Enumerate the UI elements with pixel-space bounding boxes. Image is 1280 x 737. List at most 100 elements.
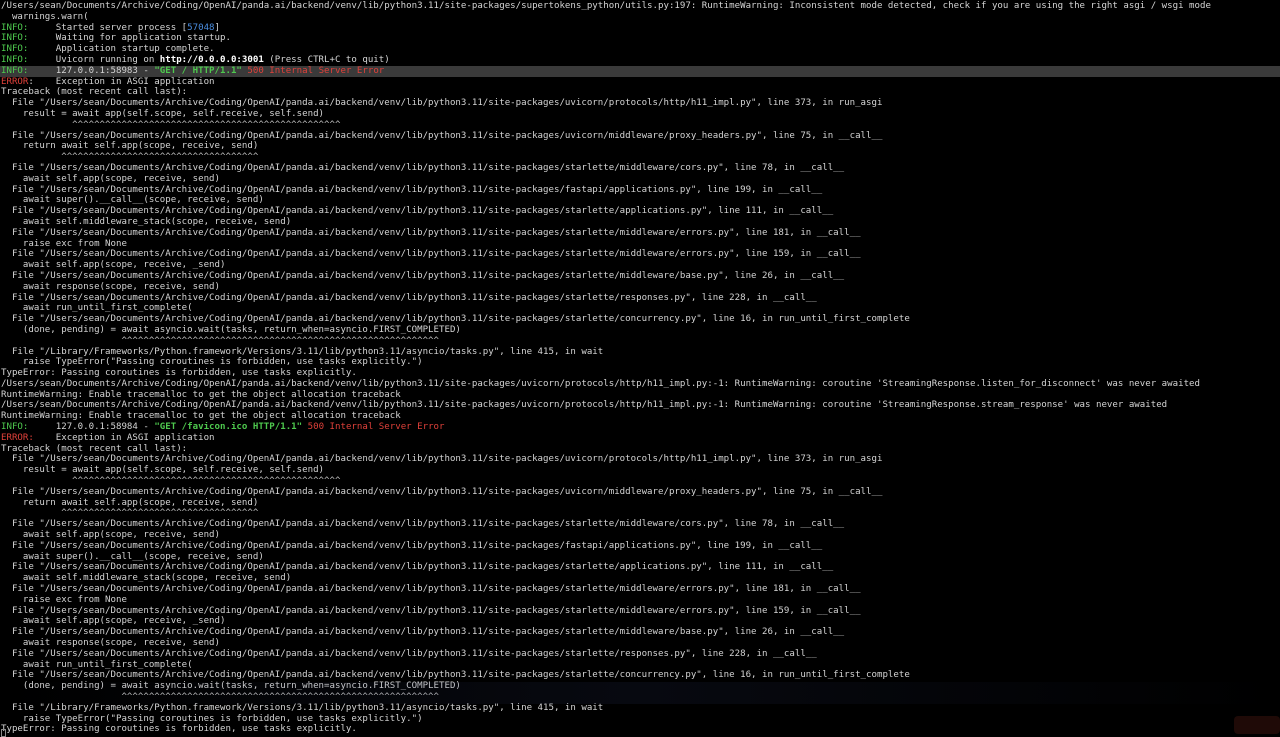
server-url: http://0.0.0.0:3001: [159, 54, 264, 65]
terminal-line: INFO: 127.0.0.1:58984 - "GET /favicon.ic…: [0, 422, 1280, 433]
terminal-line: await response(scope, receive, send): [0, 638, 1280, 649]
log-level-info: INFO:: [1, 65, 29, 76]
line-text: return await self.app(scope, receive, se…: [1, 141, 259, 152]
line-text: : Exception in ASGI application: [28, 76, 215, 87]
line-text: 127.0.0.1:58984 -: [28, 422, 155, 433]
line-text: (Press CTRL+C to quit): [263, 54, 390, 65]
terminal-line: (done, pending) = await asyncio.wait(tas…: [0, 681, 1280, 692]
error-carets: ^^^^^^^^^^^^^^^^^^^^^^^^^^^^^^^^^^^^: [1, 152, 259, 163]
terminal-line: raise exc from None: [0, 595, 1280, 606]
line-text: Application startup complete.: [28, 44, 215, 55]
line-text: File "/Users/sean/Documents/Archive/Codi…: [1, 292, 817, 303]
line-text: 127.0.0.1:58983 -: [28, 65, 155, 76]
line-text: await self.middleware_stack(scope, recei…: [1, 573, 292, 584]
line-text: await super().__call__(scope, receive, s…: [1, 195, 264, 206]
line-text: await self.app(scope, receive, send): [1, 530, 220, 541]
line-text: ]: [214, 22, 221, 33]
terminal-line: File "/Users/sean/Documents/Archive/Codi…: [0, 606, 1280, 617]
terminal-line: /Users/sean/Documents/Archive/Coding/Ope…: [0, 379, 1280, 390]
terminal-line: File "/Users/sean/Documents/Archive/Codi…: [0, 487, 1280, 498]
terminal-line: INFO: Started server process [57048]: [0, 23, 1280, 34]
line-text: result = await app(self.scope, self.rece…: [1, 465, 325, 476]
log-level-error: ERROR:: [1, 432, 34, 443]
terminal-line: File "/Library/Frameworks/Python.framewo…: [0, 703, 1280, 714]
terminal-line: File "/Users/sean/Documents/Archive/Codi…: [0, 98, 1280, 109]
terminal-line: ^^^^^^^^^^^^^^^^^^^^^^^^^^^^^^^^^^^^^^^^…: [0, 692, 1280, 703]
line-text: /Users/sean/Documents/Archive/Coding/Ope…: [1, 400, 1168, 411]
line-text: raise exc from None: [1, 238, 127, 249]
line-text: File "/Users/sean/Documents/Archive/Codi…: [1, 519, 845, 530]
terminal-line: (done, pending) = await asyncio.wait(tas…: [0, 325, 1280, 336]
terminal-line: await self.app(scope, receive, send): [0, 530, 1280, 541]
terminal-line: await self.middleware_stack(scope, recei…: [0, 217, 1280, 228]
terminal-line: File "/Library/Frameworks/Python.framewo…: [0, 347, 1280, 358]
line-text: File "/Users/sean/Documents/Archive/Codi…: [1, 562, 834, 573]
http-request: "GET / HTTP/1.1": [154, 65, 242, 76]
process-id: 57048: [187, 22, 215, 33]
terminal-line: await self.app(scope, receive, _send): [0, 616, 1280, 627]
terminal-line: File "/Users/sean/Documents/Archive/Codi…: [0, 163, 1280, 174]
terminal-window[interactable]: /Users/sean/Documents/Archive/Coding/Ope…: [0, 0, 1280, 737]
http-status: 500 Internal Server Error: [247, 65, 385, 76]
log-level-info: INFO:: [1, 44, 29, 55]
terminal-line: await super().__call__(scope, receive, s…: [0, 552, 1280, 563]
line-text: result = await app(self.scope, self.rece…: [1, 108, 325, 119]
log-level-error: ERROR: [1, 76, 29, 87]
log-level-info: INFO:: [1, 54, 29, 65]
terminal-line: INFO: Waiting for application startup.: [0, 33, 1280, 44]
terminal-line: File "/Users/sean/Documents/Archive/Codi…: [0, 293, 1280, 304]
line-text: File "/Users/sean/Documents/Archive/Codi…: [1, 184, 823, 195]
terminal-line: File "/Users/sean/Documents/Archive/Codi…: [0, 271, 1280, 282]
line-text: Started server process [: [28, 22, 188, 33]
terminal-line: File "/Users/sean/Documents/Archive/Codi…: [0, 454, 1280, 465]
line-text: return await self.app(scope, receive, se…: [1, 497, 259, 508]
terminal-line: ERROR: Exception in ASGI application: [0, 433, 1280, 444]
terminal-line: File "/Users/sean/Documents/Archive/Codi…: [0, 314, 1280, 325]
error-carets: ^^^^^^^^^^^^^^^^^^^^^^^^^^^^^^^^^^^^^^^^…: [1, 335, 439, 346]
line-text: raise TypeError("Passing coroutines is f…: [1, 357, 423, 368]
terminal-line: result = await app(self.scope, self.rece…: [0, 109, 1280, 120]
line-text: Waiting for application startup.: [28, 33, 231, 44]
line-text: File "/Users/sean/Documents/Archive/Codi…: [1, 227, 861, 238]
line-text: raise TypeError("Passing coroutines is f…: [1, 713, 423, 724]
error-carets: ^^^^^^^^^^^^^^^^^^^^^^^^^^^^^^^^^^^^^^^^…: [1, 476, 341, 487]
line-text: Traceback (most recent call last):: [1, 87, 188, 98]
line-text: Exception in ASGI application: [33, 432, 215, 443]
line-text: warnings.warn(: [1, 11, 89, 22]
line-text: File "/Users/sean/Documents/Archive/Codi…: [1, 627, 845, 638]
line-text: File "/Library/Frameworks/Python.framewo…: [1, 346, 604, 357]
terminal-line: raise exc from None: [0, 239, 1280, 250]
terminal-cursor: [1, 729, 6, 737]
line-text: (done, pending) = await asyncio.wait(tas…: [1, 681, 461, 692]
terminal-line: /Users/sean/Documents/Archive/Coding/Ope…: [0, 400, 1280, 411]
terminal-line: ^^^^^^^^^^^^^^^^^^^^^^^^^^^^^^^^^^^^: [0, 152, 1280, 163]
line-text: File "/Users/sean/Documents/Archive/Codi…: [1, 605, 861, 616]
terminal-line: await self.app(scope, receive, send): [0, 174, 1280, 185]
terminal-line: ERROR: Exception in ASGI application: [0, 77, 1280, 88]
line-text: File "/Users/sean/Documents/Archive/Codi…: [1, 130, 883, 141]
line-text: await run_until_first_complete(: [1, 303, 193, 314]
line-text: Traceback (most recent call last):: [1, 443, 188, 454]
terminal-line: await super().__call__(scope, receive, s…: [0, 195, 1280, 206]
line-text: File "/Users/sean/Documents/Archive/Codi…: [1, 540, 823, 551]
terminal-line: File "/Users/sean/Documents/Archive/Codi…: [0, 562, 1280, 573]
terminal-line: Traceback (most recent call last):: [0, 444, 1280, 455]
line-text: File "/Users/sean/Documents/Archive/Codi…: [1, 98, 883, 109]
terminal-line: await response(scope, receive, send): [0, 282, 1280, 293]
line-text: await run_until_first_complete(: [1, 659, 193, 670]
line-text: File "/Users/sean/Documents/Archive/Codi…: [1, 584, 861, 595]
error-carets: ^^^^^^^^^^^^^^^^^^^^^^^^^^^^^^^^^^^^^^^^…: [1, 692, 439, 702]
error-carets: ^^^^^^^^^^^^^^^^^^^^^^^^^^^^^^^^^^^^^^^^…: [1, 119, 341, 130]
terminal-line: await run_until_first_complete(: [0, 303, 1280, 314]
log-level-info: INFO:: [1, 422, 29, 433]
http-status: 500 Internal Server Error: [307, 422, 445, 433]
terminal-line: await self.middleware_stack(scope, recei…: [0, 573, 1280, 584]
terminal-line: return await self.app(scope, receive, se…: [0, 141, 1280, 152]
terminal-line: File "/Users/sean/Documents/Archive/Codi…: [0, 228, 1280, 239]
terminal-line: raise TypeError("Passing coroutines is f…: [0, 714, 1280, 725]
terminal-line: File "/Users/sean/Documents/Archive/Codi…: [0, 131, 1280, 142]
terminal-line: /Users/sean/Documents/Archive/Coding/Ope…: [0, 1, 1280, 12]
terminal-line: Traceback (most recent call last):: [0, 87, 1280, 98]
terminal-line: raise TypeError("Passing coroutines is f…: [0, 357, 1280, 368]
terminal-line: ^^^^^^^^^^^^^^^^^^^^^^^^^^^^^^^^^^^^^^^^…: [0, 476, 1280, 487]
